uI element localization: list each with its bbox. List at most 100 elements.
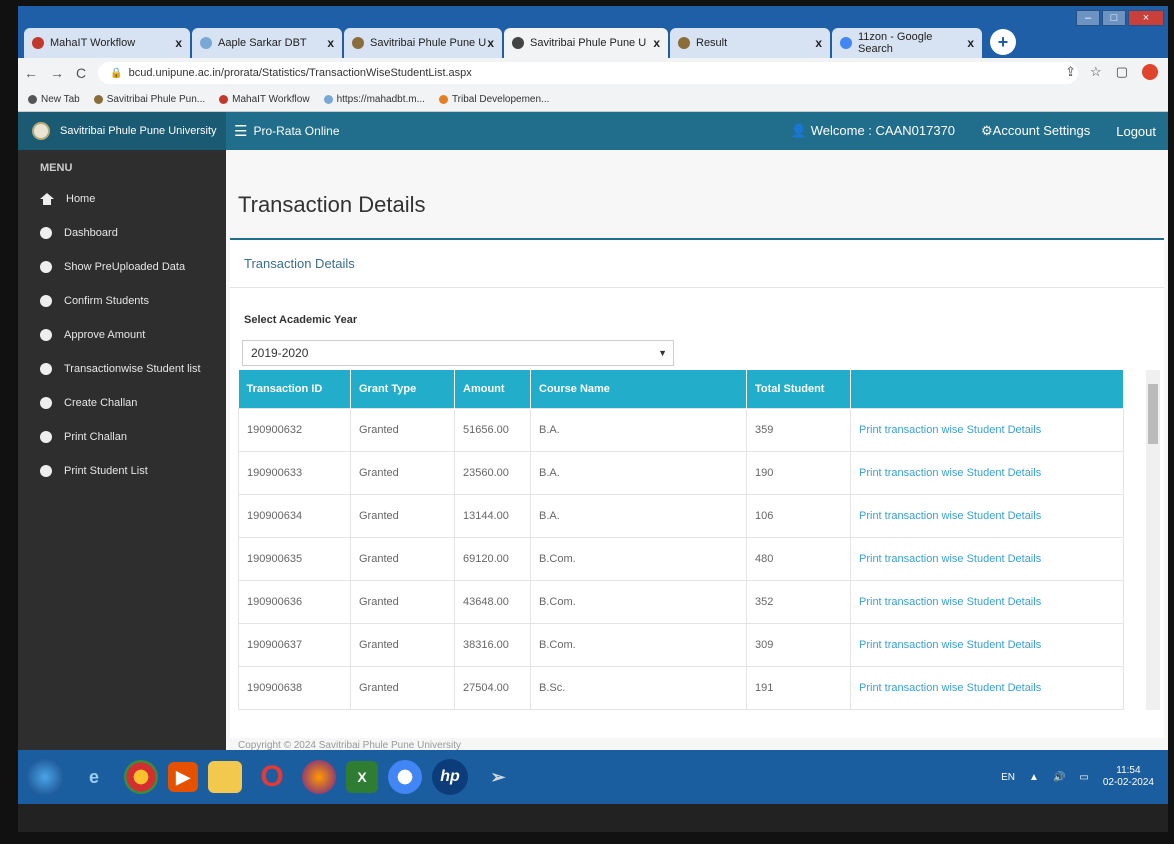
- total-student-cell: 191: [746, 665, 851, 710]
- browser-tab[interactable]: 11zon - Google Search x: [832, 28, 982, 58]
- print-details-link[interactable]: Print transaction wise Student Details: [850, 622, 1124, 667]
- sidebar-item-transactionwise-student-list[interactable]: Transactionwise Student list: [18, 352, 226, 386]
- browser-tab[interactable]: Savitribai Phule Pune U x: [344, 28, 502, 58]
- bookmark-item[interactable]: Savitribai Phule Pun...: [93, 94, 205, 105]
- table-row: 190900634 Granted 13144.00 B.A. 106 Print tra…: [238, 493, 1124, 538]
- favicon-icon: [323, 94, 333, 104]
- sidebar-item-print-challan[interactable]: Print Challan: [18, 420, 226, 454]
- amount-cell: 51656.00: [454, 407, 531, 452]
- chrome-icon[interactable]: [124, 760, 158, 794]
- print-details-link[interactable]: Print transaction wise Student Details: [850, 450, 1124, 495]
- close-tab-icon[interactable]: x: [175, 36, 182, 50]
- globe-icon: [28, 94, 37, 104]
- table-row: 190900638 Granted 27504.00 B.Sc. 191 Print tr…: [238, 665, 1124, 710]
- sidebar-item-create-challan[interactable]: Create Challan: [18, 386, 226, 420]
- reload-icon[interactable]: C: [76, 65, 86, 81]
- start-button[interactable]: [26, 758, 64, 796]
- close-tab-icon[interactable]: x: [653, 36, 660, 50]
- media-icon[interactable]: ▶: [168, 762, 198, 792]
- transaction-id-cell: 190900633: [238, 450, 351, 495]
- grant-type-cell: Granted: [350, 622, 455, 667]
- grant-type-cell: Granted: [350, 493, 455, 538]
- profile-avatar[interactable]: [1142, 64, 1158, 80]
- menu-toggle[interactable]: ☰ Pro-Rata Online: [234, 122, 340, 140]
- print-details-link[interactable]: Print transaction wise Student Details: [850, 493, 1124, 538]
- browser-tab[interactable]: Result x: [670, 28, 830, 58]
- close-tab-icon[interactable]: x: [327, 36, 334, 50]
- amount-cell: 69120.00: [454, 536, 531, 581]
- close-tab-icon[interactable]: x: [487, 36, 494, 50]
- close-tab-icon[interactable]: x: [815, 36, 822, 50]
- bookmark-item[interactable]: Tribal Developemen...: [438, 94, 549, 105]
- maximize-icon[interactable]: □: [1102, 10, 1126, 26]
- print-details-link[interactable]: Print transaction wise Student Details: [850, 579, 1124, 624]
- clock-time: 11:54: [1116, 765, 1141, 776]
- academic-year-select[interactable]: 2019-2020 ▼: [242, 340, 674, 366]
- hp-icon[interactable]: hp: [432, 759, 468, 795]
- transaction-id-cell: 190900637: [238, 622, 351, 667]
- transaction-id-cell: 190900636: [238, 579, 351, 624]
- url-field[interactable]: 🔒 bcud.unipune.ac.in/prorata/Statistics/…: [98, 62, 1078, 84]
- excel-icon[interactable]: X: [346, 761, 378, 793]
- welcome-link[interactable]: 👤 Welcome : CAAN017370: [791, 123, 955, 139]
- total-student-cell: 359: [746, 407, 851, 452]
- sidebar-item-confirm-students[interactable]: Confirm Students: [18, 284, 226, 318]
- chevron-down-icon: ▼: [658, 348, 667, 358]
- volume-icon[interactable]: 🔊: [1053, 772, 1065, 783]
- close-tab-icon[interactable]: x: [967, 36, 974, 50]
- bookmark-item[interactable]: https://mahadbt.m...: [323, 94, 425, 105]
- table-row: 190900636 Granted 43648.00 B.Com. 352 Print t…: [238, 579, 1124, 624]
- firefox-icon[interactable]: [302, 760, 336, 794]
- browser-tab[interactable]: MahaIT Workflow x: [24, 28, 190, 58]
- sidebar-item-home[interactable]: Home: [18, 182, 226, 216]
- language-indicator[interactable]: EN: [1001, 772, 1015, 783]
- grant-type-cell: Granted: [350, 536, 455, 581]
- app-icon[interactable]: ➢: [478, 757, 518, 797]
- minimize-icon[interactable]: –: [1076, 10, 1100, 26]
- brand[interactable]: Savitribai Phule Pune University: [18, 112, 226, 150]
- print-details-link[interactable]: Print transaction wise Student Details: [850, 407, 1124, 452]
- sidepanel-icon[interactable]: ▢: [1116, 64, 1128, 80]
- transaction-id-cell: 190900634: [238, 493, 351, 538]
- share-icon[interactable]: ⇪: [1065, 64, 1076, 80]
- browser-tab-active[interactable]: Savitribai Phule Pune U x: [504, 28, 668, 58]
- tab-label: 11zon - Google Search: [858, 31, 933, 55]
- total-student-cell: 190: [746, 450, 851, 495]
- opera-icon[interactable]: O: [252, 757, 292, 797]
- brand-name: Savitribai Phule Pune University: [60, 125, 217, 137]
- logout-link[interactable]: Logout: [1116, 124, 1156, 139]
- sidebar-item-print-student-list[interactable]: Print Student List: [18, 454, 226, 488]
- scrollbar-thumb[interactable]: [1148, 384, 1158, 444]
- sidebar-item-approve-amount[interactable]: Approve Amount: [18, 318, 226, 352]
- sidebar-item-show-preuploaded-data[interactable]: Show PreUploaded Data: [18, 250, 226, 284]
- new-tab-icon[interactable]: +: [990, 29, 1016, 55]
- total-student-cell: 480: [746, 536, 851, 581]
- lock-icon: 🔒: [110, 67, 123, 79]
- clock[interactable]: 11:54 02-02-2024: [1103, 765, 1154, 789]
- favicon-icon: [678, 37, 690, 49]
- total-student-cell: 106: [746, 493, 851, 538]
- folder-icon[interactable]: [208, 761, 242, 793]
- window-close-icon[interactable]: ×: [1128, 10, 1164, 26]
- bookmark-item[interactable]: New Tab: [28, 94, 80, 105]
- page-title: Transaction Details: [238, 192, 426, 217]
- favicon-icon: [438, 94, 448, 104]
- column-header: Total Student: [746, 370, 851, 408]
- back-icon[interactable]: ←: [24, 65, 38, 81]
- tray-arrow-icon[interactable]: ▲: [1029, 772, 1039, 783]
- ie-icon[interactable]: e: [74, 757, 114, 797]
- favicon-icon: [352, 37, 364, 49]
- table-scrollbar[interactable]: [1146, 370, 1160, 710]
- chrome-icon[interactable]: [388, 760, 422, 794]
- app-header: Savitribai Phule Pune University ☰ Pro-R…: [18, 112, 1168, 150]
- print-details-link[interactable]: Print transaction wise Student Details: [850, 665, 1124, 710]
- forward-icon[interactable]: →: [50, 65, 64, 81]
- star-icon[interactable]: ☆: [1090, 64, 1102, 80]
- sidebar-item-dashboard[interactable]: Dashboard: [18, 216, 226, 250]
- browser-tab[interactable]: Aaple Sarkar DBT x: [192, 28, 342, 58]
- print-details-link[interactable]: Print transaction wise Student Details: [850, 536, 1124, 581]
- total-student-cell: 309: [746, 622, 851, 667]
- account-settings-link[interactable]: ⚙Account Settings: [981, 123, 1090, 139]
- bookmark-item[interactable]: MahaIT Workflow: [219, 94, 310, 105]
- network-icon[interactable]: ▭: [1079, 772, 1088, 783]
